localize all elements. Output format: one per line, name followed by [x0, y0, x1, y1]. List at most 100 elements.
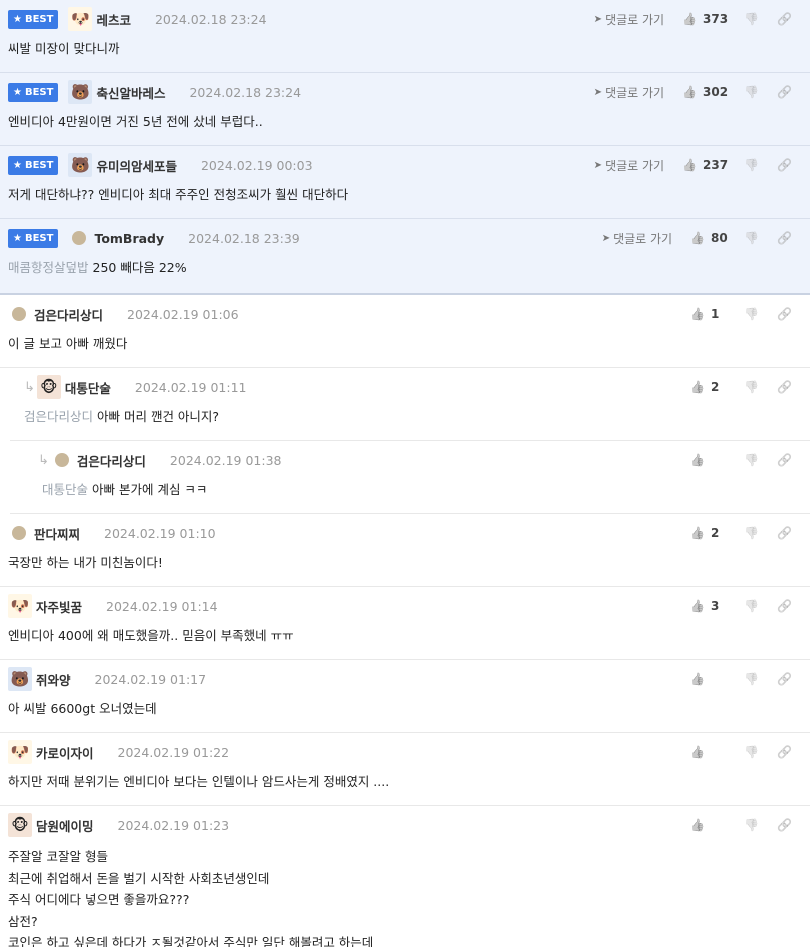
- comment-header: ★ BEST 🐶 레츠코 2024.02.18 23:24 ➤ 댓글로 가기 👍 373 👎 🔗: [8, 7, 802, 31]
- avatar[interactable]: [72, 231, 87, 245]
- comment-text: 아빠 본가에 계심 ㅋㅋ: [92, 482, 208, 497]
- thumbs-down-icon[interactable]: 👎: [744, 380, 759, 394]
- like-button[interactable]: 👍 1: [690, 307, 728, 321]
- author-nickname[interactable]: 자주빛꿈: [36, 597, 82, 616]
- link-icon[interactable]: 🔗: [777, 380, 792, 394]
- avatar[interactable]: [12, 307, 26, 321]
- like-count: 302: [703, 85, 729, 99]
- mention-nickname[interactable]: 대통단술: [42, 482, 88, 497]
- comment-actions: 👍 1 👎 🔗: [690, 303, 792, 325]
- author-nickname[interactable]: 검은다리상디: [77, 451, 146, 470]
- best-badge: ★ BEST: [8, 155, 59, 175]
- like-button[interactable]: 👍 2: [690, 380, 728, 394]
- avatar[interactable]: 🐵: [36, 375, 61, 399]
- avatar[interactable]: 🐻: [68, 153, 93, 177]
- comment-text: 엔비디아 4만원이면 거진 5년 전에 샀네 부럽다..: [8, 114, 263, 129]
- link-icon[interactable]: 🔗: [777, 85, 792, 99]
- thumbs-down-icon[interactable]: 👎: [744, 453, 759, 467]
- comment-header: ★ BEST 🐻 유미의암세포들 2024.02.19 00:03 ➤ 댓글로 가기 👍 237…: [8, 153, 802, 177]
- link-icon[interactable]: 🔗: [777, 599, 792, 613]
- comment-text: 하지만 저때 분위기는 엔비디아 보다는 인텔이나 암드사는게 정배였지 ...…: [8, 774, 390, 789]
- author-nickname[interactable]: 검은다리상디: [34, 305, 103, 324]
- comment-date: 2024.02.19 01:06: [127, 306, 239, 322]
- comment-date: 2024.02.18 23:24: [189, 84, 302, 100]
- comment-header: 검은다리상디 2024.02.19 01:06 👍 1 👎 🔗: [8, 303, 802, 325]
- comment-line: 삼전?: [8, 913, 38, 929]
- like-button[interactable]: 👍 373: [682, 12, 728, 26]
- author-nickname[interactable]: 카로이자이: [36, 743, 94, 762]
- comment-text: 씨발 미장이 맞다니까: [8, 41, 120, 56]
- link-icon[interactable]: 🔗: [777, 526, 792, 540]
- comment-body: 검은다리상디 아빠 머리 깬건 아니지?: [24, 408, 802, 426]
- author-nickname[interactable]: 유미의암세포들: [96, 156, 177, 175]
- author-nickname[interactable]: 레츠코: [96, 10, 131, 29]
- avatar[interactable]: [54, 453, 69, 467]
- link-icon[interactable]: 🔗: [777, 307, 792, 321]
- avatar[interactable]: 🐻: [68, 80, 93, 104]
- avatar[interactable]: 🐻: [8, 667, 32, 691]
- goto-comment-link[interactable]: ➤ 댓글로 가기: [594, 11, 664, 28]
- link-icon[interactable]: 🔗: [777, 672, 792, 686]
- avatar[interactable]: 🐶: [68, 7, 93, 31]
- thumbs-down-icon[interactable]: 👎: [744, 599, 759, 613]
- link-icon[interactable]: 🔗: [777, 745, 792, 759]
- thumbs-down-icon[interactable]: 👎: [744, 672, 759, 686]
- goto-comment-link[interactable]: ➤ 댓글로 가기: [594, 157, 664, 174]
- thumbs-down-icon[interactable]: 👎: [744, 307, 759, 321]
- comment-body: 엔비디아 400에 왜 매도했을까.. 믿음이 부족했네 ㅠㅠ: [8, 627, 802, 645]
- comment-body: 주잘알 코잘알 형들 최근에 취업해서 돈을 벌기 시작한 사회초년생인데 주식 어…: [8, 846, 802, 947]
- thumbs-down-icon[interactable]: 👎: [744, 745, 759, 759]
- like-button[interactable]: 👍 2: [690, 526, 728, 540]
- author-nickname[interactable]: 담원에이밍: [36, 816, 94, 835]
- mention-nickname[interactable]: 매콤항정살덮밥: [8, 260, 89, 275]
- comment-actions: 👍 👎 🔗: [690, 668, 792, 690]
- comment-body: 엔비디아 4만원이면 거진 5년 전에 샀네 부럽다..: [8, 113, 802, 131]
- thumbs-down-icon[interactable]: 👎: [744, 85, 759, 99]
- comment-date: 2024.02.19 00:03: [200, 157, 313, 173]
- thumbs-down-icon[interactable]: 👎: [744, 12, 759, 26]
- like-button[interactable]: 👍 3: [690, 599, 728, 613]
- comment-actions: 👍 2 👎 🔗: [690, 522, 792, 544]
- comment-body: 저게 대단하냐?? 엔비디아 최대 주주인 전청조씨가 훨씬 대단하다: [8, 186, 802, 204]
- author-nickname[interactable]: TomBrady: [94, 231, 164, 246]
- link-icon[interactable]: 🔗: [777, 158, 792, 172]
- goto-comment-link[interactable]: ➤ 댓글로 가기: [594, 84, 664, 101]
- like-button[interactable]: 👍 80: [690, 231, 728, 245]
- comment: 🐻 쥐와양 2024.02.19 01:17 👍 👎 🔗 아 씨발 6600gt 오너였는데: [0, 660, 810, 733]
- goto-comment-link[interactable]: ➤ 댓글로 가기: [602, 230, 672, 247]
- link-icon[interactable]: 🔗: [777, 818, 792, 832]
- avatar[interactable]: 🐶: [8, 740, 32, 764]
- like-button[interactable]: 👍 237: [682, 158, 728, 172]
- like-button[interactable]: 👍: [690, 672, 728, 686]
- avatar[interactable]: 🐶: [8, 594, 32, 618]
- avatar[interactable]: 🐵: [8, 813, 32, 837]
- thumbs-down-icon[interactable]: 👎: [744, 158, 759, 172]
- author-nickname[interactable]: 쥐와양: [36, 670, 71, 689]
- author-nickname[interactable]: 대통단술: [65, 378, 111, 397]
- comment: 판다찌찌 2024.02.19 01:10 👍 2 👎 🔗 국장만 하는 내가 미친놈이다!: [0, 514, 810, 587]
- comment: 검은다리상디 2024.02.19 01:06 👍 1 👎 🔗 이 글 보고 아빠 깨웠다: [0, 295, 810, 368]
- thumbs-down-icon[interactable]: 👎: [744, 818, 759, 832]
- like-button[interactable]: 👍: [690, 453, 728, 467]
- avatar[interactable]: [12, 526, 26, 540]
- like-button[interactable]: 👍 302: [682, 85, 728, 99]
- comment: 🐵 담원에이밍 2024.02.19 01:23 👍 👎 🔗 주잘알 코잘알 형들 최근에 취…: [0, 806, 810, 947]
- link-icon[interactable]: 🔗: [777, 453, 792, 467]
- link-icon[interactable]: 🔗: [777, 231, 792, 245]
- best-badge-label: BEST: [24, 159, 54, 171]
- thumbs-up-icon: 👍: [682, 12, 698, 26]
- comment-text: 250 빼다음 22%: [92, 260, 187, 275]
- best-badge-label: BEST: [24, 13, 54, 25]
- thumbs-down-icon[interactable]: 👎: [744, 231, 759, 245]
- comment-body: 씨발 미장이 맞다니까: [8, 40, 802, 58]
- author-nickname[interactable]: 판다찌찌: [34, 524, 80, 543]
- like-button[interactable]: 👍: [690, 745, 728, 759]
- comment-date: 2024.02.19 01:38: [169, 452, 282, 468]
- author-nickname[interactable]: 축신알바레스: [96, 83, 165, 102]
- best-comment: ★ BEST 🐻 유미의암세포들 2024.02.19 00:03 ➤ 댓글로 가기 👍 237…: [0, 146, 810, 219]
- link-icon[interactable]: 🔗: [777, 12, 792, 26]
- thumbs-down-icon[interactable]: 👎: [744, 526, 759, 540]
- like-button[interactable]: 👍: [690, 818, 728, 832]
- comment-body: 매콤항정살덮밥 250 빼다음 22%: [8, 259, 802, 277]
- mention-nickname[interactable]: 검은다리상디: [24, 409, 93, 424]
